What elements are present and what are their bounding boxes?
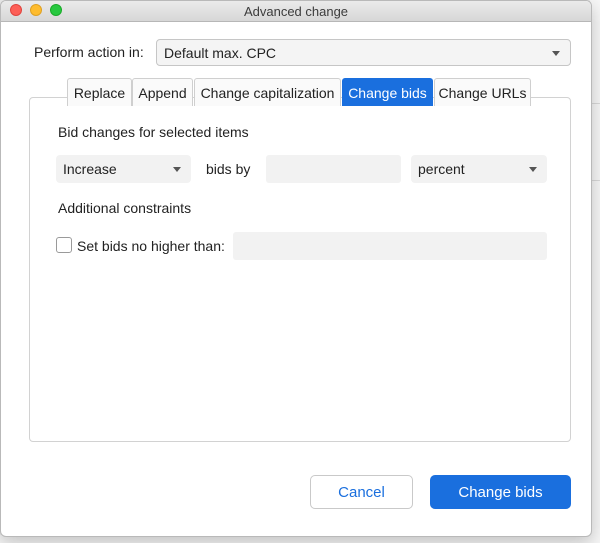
window-title: Advanced change: [243, 4, 349, 19]
bid-unit-value: percent: [418, 161, 465, 177]
perform-action-value: Default max. CPC: [164, 44, 277, 61]
max-bid-label[interactable]: Set bids no higher than:: [77, 238, 225, 254]
tab-panel: [29, 97, 571, 442]
max-bid-checkbox[interactable]: [56, 237, 72, 253]
perform-action-label: Perform action in:: [34, 44, 144, 60]
bid-direction-select[interactable]: Increase: [56, 155, 191, 183]
cancel-button[interactable]: Cancel: [310, 475, 413, 509]
bids-by-label: bids by: [206, 161, 251, 177]
bid-amount-input[interactable]: [266, 155, 401, 183]
tab-change-bids[interactable]: Change bids: [342, 78, 433, 106]
change-bids-button[interactable]: Change bids: [430, 475, 571, 509]
chevron-down-icon: [529, 167, 537, 172]
bid-changes-heading: Bid changes for selected items: [58, 124, 249, 140]
perform-action-select[interactable]: Default max. CPC: [156, 39, 571, 66]
chevron-down-icon: [173, 167, 181, 172]
tab-change-capitalization[interactable]: Change capitalization: [194, 78, 341, 106]
title-bar[interactable]: Advanced change: [1, 1, 591, 22]
tab-replace[interactable]: Replace: [67, 78, 132, 106]
max-bid-input[interactable]: [233, 232, 547, 260]
advanced-change-dialog: Advanced change Perform action in: Defau…: [0, 0, 592, 537]
additional-constraints-heading: Additional constraints: [58, 200, 192, 216]
tab-append[interactable]: Append: [132, 78, 193, 106]
bid-direction-value: Increase: [63, 161, 117, 177]
bid-unit-select[interactable]: percent: [411, 155, 547, 183]
chevron-down-icon: [552, 50, 560, 56]
tab-change-urls[interactable]: Change URLs: [434, 78, 531, 106]
